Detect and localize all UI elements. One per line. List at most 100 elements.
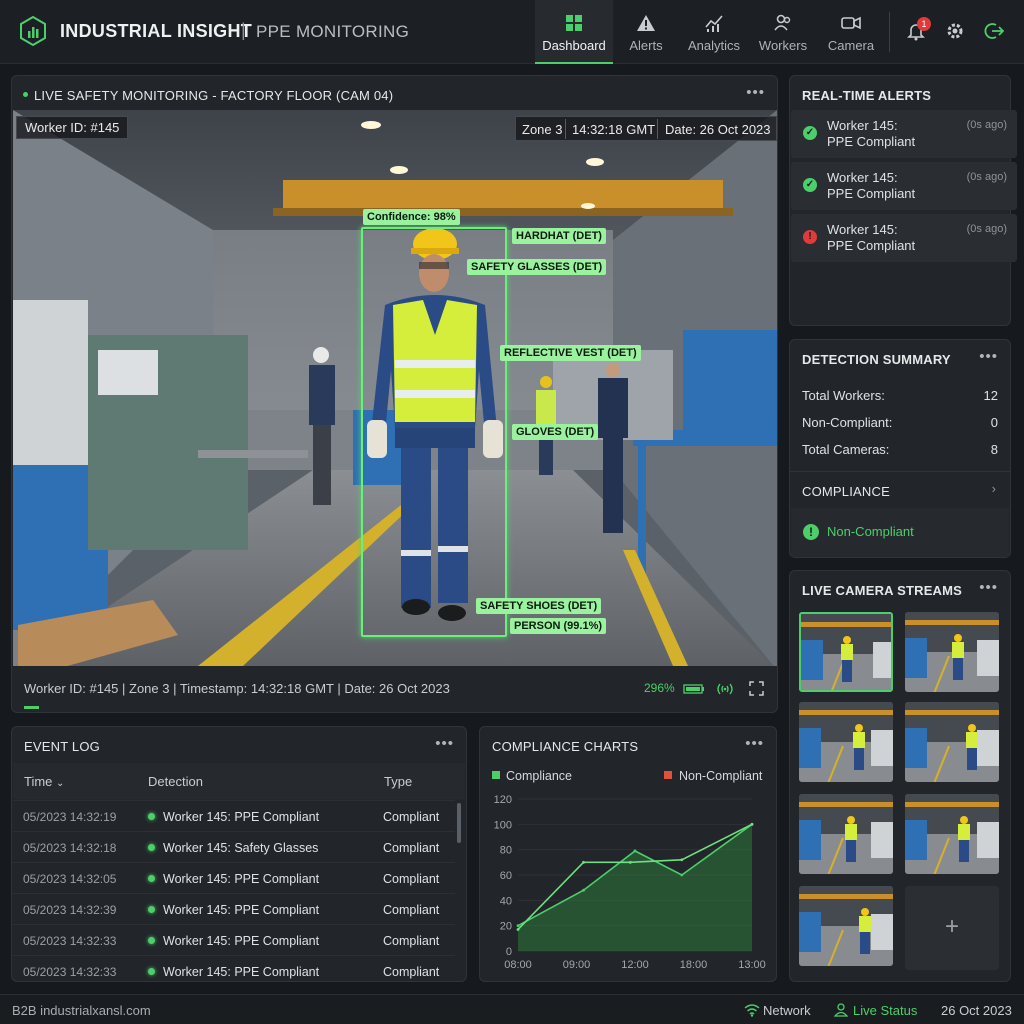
table-row[interactable]: 05/2023 14:32:39 Worker 145: PPE Complian… <box>13 893 455 924</box>
summary-value: 8 <box>990 442 998 457</box>
nav-alerts[interactable]: Alerts <box>607 0 685 64</box>
more-options-icon[interactable]: ••• <box>746 84 765 101</box>
live-indicator <box>23 92 28 97</box>
camera-thumbnail[interactable] <box>905 612 999 692</box>
log-detection: Worker 145: PPE Compliant <box>163 810 320 824</box>
more-options-icon[interactable]: ••• <box>979 579 998 596</box>
y-tick-label: 120 <box>494 794 512 806</box>
log-type: Compliant <box>383 903 440 917</box>
camera-thumbnail[interactable] <box>799 886 893 966</box>
status-footer: B2B industrialxansl.com Network Live Sta… <box>0 994 1024 1024</box>
person-confidence-tag: PERSON (99.1%) <box>510 618 607 634</box>
hardhat-tag: HARDHAT (DET) <box>512 228 606 244</box>
confidence-tag: Confidence: 98% <box>363 209 460 225</box>
y-tick-label: 0 <box>506 946 512 958</box>
column-label: Time <box>24 774 53 789</box>
camera-thumbnail[interactable] <box>799 612 893 692</box>
logo-icon <box>20 16 46 46</box>
feed-info: Worker ID: #145 | Zone 3 | Timestamp: 14… <box>24 681 450 696</box>
more-options-icon[interactable]: ••• <box>745 735 764 752</box>
nav-camera-label: Camera <box>827 38 875 53</box>
live-monitoring-panel: LIVE SAFETY MONITORING - FACTORY FLOOR (… <box>11 75 778 713</box>
nav-workers[interactable]: Workers <box>744 0 822 64</box>
nav-camera[interactable]: Camera <box>812 0 890 64</box>
nav-dashboard[interactable]: Dashboard <box>535 0 613 64</box>
status-dot-icon <box>148 906 155 913</box>
charts-title: COMPLIANCE CHARTS <box>492 739 639 754</box>
camera-thumbnail[interactable] <box>799 794 893 874</box>
data-point <box>633 849 637 853</box>
camera-thumbnail[interactable] <box>905 794 999 874</box>
compliance-status-label: Non-Compliant <box>827 524 914 539</box>
x-tick-label: 18:00 <box>680 959 708 971</box>
nav-analytics[interactable]: Analytics <box>675 0 753 64</box>
camera-thumbnail[interactable] <box>905 702 999 782</box>
table-row[interactable]: 05/2023 14:32:33 Worker 145: PPE Complian… <box>13 924 455 955</box>
app-subtitle: PPE MONITORING <box>256 22 410 41</box>
data-point <box>750 822 754 826</box>
nav-dashboard-label: Dashboard <box>542 38 606 53</box>
x-tick-label: 12:00 <box>621 959 649 971</box>
feed-stat: 296% <box>644 681 675 695</box>
detection-summary-panel: DETECTION SUMMARY ••• Total Workers: 12 N… <box>789 339 1011 558</box>
analytics-icon <box>705 15 723 32</box>
add-camera-button[interactable]: + <box>905 886 999 970</box>
table-row[interactable]: 05/2023 14:32:33 Worker 145: PPE Complian… <box>13 955 455 981</box>
x-tick-label: 13:00 <box>738 959 766 971</box>
live-camera-streams-panel: LIVE CAMERA STREAMS ••• + <box>789 570 1011 982</box>
gear-icon[interactable] <box>945 21 965 41</box>
logout-icon[interactable] <box>984 21 1004 41</box>
column-time[interactable]: Time ⌄ <box>24 774 64 789</box>
log-detection: Worker 145: PPE Compliant <box>163 965 320 979</box>
alert-text: Worker 145: PPE Compliant <box>827 118 916 149</box>
nav-alerts-label: Alerts <box>629 38 663 53</box>
more-options-icon[interactable]: ••• <box>435 735 454 752</box>
compliance-status: ! Non-Compliant <box>791 508 1009 557</box>
log-type: Compliant <box>383 841 440 855</box>
status-dot-icon <box>148 937 155 944</box>
signal-icon <box>717 683 733 695</box>
log-type: Compliant <box>383 965 440 979</box>
table-row[interactable]: 05/2023 14:32:18 Worker 145: Safety Glass… <box>13 831 455 862</box>
summary-row-non-compliant: Non-Compliant: 0 <box>802 415 998 430</box>
alert-item[interactable]: ✓ Worker 145: PPE Compliant (0s ago) <box>791 162 1017 210</box>
log-scrollbar[interactable] <box>457 803 461 843</box>
log-time: 05/2023 14:32:33 <box>23 965 117 979</box>
topbar-divider <box>889 12 890 52</box>
alert-time-ago: (0s ago) <box>966 223 1007 235</box>
log-time: 05/2023 14:32:39 <box>23 903 117 917</box>
thumbnail-scene <box>905 612 999 692</box>
alert-time-ago: (0s ago) <box>966 119 1007 131</box>
thumbnail-scene <box>905 794 999 874</box>
data-point <box>680 858 684 862</box>
log-type: Compliant <box>383 872 440 886</box>
alert-item[interactable]: ! Worker 145: PPE Compliant (0s ago) <box>791 214 1017 262</box>
playback-progress[interactable] <box>24 706 39 709</box>
table-row[interactable]: 05/2023 14:32:19 Worker 145: PPE Complian… <box>13 800 455 831</box>
table-row[interactable]: 05/2023 14:32:05 Worker 145: PPE Complian… <box>13 862 455 893</box>
camera-feed[interactable]: Worker ID: #145 Zone 3 14:32:18 GMT Date… <box>13 110 777 666</box>
live-status[interactable]: Live Status <box>853 1003 917 1018</box>
y-tick-label: 80 <box>500 845 512 857</box>
log-detection: Worker 145: Safety Glasses <box>163 841 319 855</box>
data-point <box>582 888 585 892</box>
summary-label: Total Cameras: <box>802 442 890 457</box>
data-point <box>582 860 585 864</box>
column-type[interactable]: Type <box>384 774 412 789</box>
real-time-alerts-panel: REAL-TIME ALERTS ✓ Worker 145: PPE Complia… <box>789 75 1017 326</box>
network-status[interactable]: Network <box>763 1003 811 1018</box>
log-type: Compliant <box>383 934 440 948</box>
safety-shoes-tag: SAFETY SHOES (DET) <box>476 598 602 614</box>
chevron-right-icon[interactable]: › <box>992 481 996 496</box>
thumbnail-scene <box>905 702 999 782</box>
summary-row-total-cameras: Total Cameras: 8 <box>802 442 998 457</box>
camera-thumbnail[interactable] <box>799 702 893 782</box>
column-detection[interactable]: Detection <box>148 774 203 789</box>
alert-item[interactable]: ✓ Worker 145: PPE Compliant (0s ago) <box>791 110 1017 158</box>
log-detection: Worker 145: PPE Compliant <box>163 934 320 948</box>
wifi-icon <box>744 1004 760 1017</box>
fullscreen-icon[interactable] <box>749 681 764 696</box>
battery-icon <box>683 684 704 694</box>
more-options-icon[interactable]: ••• <box>979 348 998 365</box>
event-log-panel: EVENT LOG ••• Time ⌄ Detection Type 05/2… <box>11 726 467 982</box>
